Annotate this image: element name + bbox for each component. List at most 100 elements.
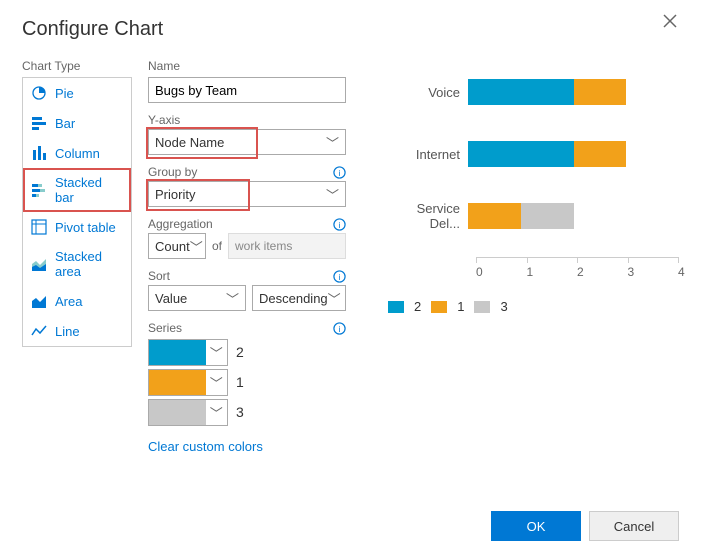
work-items-box: work items	[228, 233, 346, 259]
chevron-down-icon: ﹀	[326, 133, 339, 152]
yaxis-value: Node Name	[155, 135, 224, 150]
legend-label: 3	[500, 299, 507, 314]
color-swatch-blue	[149, 340, 206, 365]
chart-segment	[521, 203, 574, 229]
legend-swatch	[431, 301, 447, 313]
clear-colors-link[interactable]: Clear custom colors	[148, 439, 346, 454]
chart-row-voice: Voice	[388, 71, 679, 113]
chart-type-stacked-area[interactable]: Stacked area	[23, 242, 131, 286]
series-color-select-1[interactable]: ﹀	[148, 369, 228, 396]
stacked-bar-icon	[31, 182, 47, 198]
axis-tick: 1	[527, 257, 528, 287]
name-input[interactable]	[148, 77, 346, 103]
chart-type-stacked-bar[interactable]: Stacked bar	[23, 168, 131, 212]
color-swatch-orange	[149, 370, 206, 395]
axis-tick: 0	[476, 257, 477, 287]
chart-segment	[468, 203, 521, 229]
svg-text:i: i	[338, 271, 340, 281]
chart-type-bar[interactable]: Bar	[23, 108, 131, 138]
sort-field-select[interactable]: Value ﹀	[148, 285, 246, 311]
series-row: ﹀ 3	[148, 397, 346, 427]
close-icon[interactable]	[663, 14, 681, 32]
legend-swatch	[388, 301, 404, 313]
chart-type-pie[interactable]: Pie	[23, 78, 131, 108]
legend-swatch	[474, 301, 490, 313]
chart-type-label-column: Column	[55, 146, 100, 161]
sort-label: Sort	[148, 269, 170, 283]
chart-segment	[574, 79, 627, 105]
cancel-button[interactable]: Cancel	[589, 511, 679, 541]
area-icon	[31, 293, 47, 309]
chart-row-internet: Internet	[388, 133, 679, 175]
pie-icon	[31, 85, 47, 101]
chevron-down-icon: ﹀	[328, 289, 341, 308]
line-icon	[31, 323, 47, 339]
group-value: Priority	[155, 187, 195, 202]
sort-dir-value: Descending	[259, 291, 328, 306]
chart-type-label-stacked-bar: Stacked bar	[55, 175, 123, 205]
pivot-table-icon	[31, 219, 47, 235]
series-name-2: 3	[236, 404, 244, 420]
info-icon[interactable]: i	[332, 165, 346, 179]
series-name-0: 2	[236, 344, 244, 360]
stacked-area-icon	[31, 256, 47, 272]
info-icon[interactable]: i	[332, 321, 346, 335]
chart-type-pivot-table[interactable]: Pivot table	[23, 212, 131, 242]
chart-type-label-line: Line	[55, 324, 80, 339]
svg-text:i: i	[338, 167, 340, 177]
chart-type-list: Pie Bar Column Stacked bar Pivot table	[22, 77, 132, 347]
sort-dir-select[interactable]: Descending ﹀	[252, 285, 346, 311]
axis-tick: 3	[628, 257, 629, 287]
info-icon[interactable]: i	[332, 217, 346, 231]
agg-label: Aggregation	[148, 217, 213, 231]
chart-x-axis: 0 1 2 3 4	[476, 257, 679, 287]
legend-label: 2	[414, 299, 421, 314]
yaxis-select[interactable]: Node Name ﹀	[148, 129, 346, 155]
series-name-1: 1	[236, 374, 244, 390]
chart-type-label: Chart Type	[22, 59, 132, 73]
svg-text:i: i	[338, 323, 340, 333]
chevron-down-icon: ﹀	[226, 289, 239, 308]
column-icon	[31, 145, 47, 161]
chart-type-label-pivot: Pivot table	[55, 220, 116, 235]
chart-row-service: Service Del...	[388, 195, 679, 237]
axis-tick: 4	[678, 257, 679, 287]
series-color-select-0[interactable]: ﹀	[148, 339, 228, 366]
of-text: of	[212, 239, 222, 253]
series-label: Series	[148, 321, 182, 335]
legend-label: 1	[457, 299, 464, 314]
chart-category-label: Service Del...	[388, 201, 468, 231]
series-row: ﹀ 2	[148, 337, 346, 367]
chart-type-label-stacked-area: Stacked area	[55, 249, 123, 279]
dialog-title: Configure Chart	[22, 18, 679, 41]
chart-segment	[468, 141, 574, 167]
group-select[interactable]: Priority ﹀	[148, 181, 346, 207]
chevron-down-icon: ﹀	[206, 403, 227, 422]
info-icon[interactable]: i	[332, 269, 346, 283]
name-label: Name	[148, 59, 346, 73]
series-color-select-2[interactable]: ﹀	[148, 399, 228, 426]
color-swatch-gray	[149, 400, 206, 425]
agg-select[interactable]: Count ﹀	[148, 233, 206, 259]
group-label: Group by	[148, 165, 197, 179]
chevron-down-icon: ﹀	[206, 343, 227, 362]
axis-tick: 2	[577, 257, 578, 287]
chart-category-label: Internet	[388, 147, 468, 162]
series-row: ﹀ 1	[148, 367, 346, 397]
chevron-down-icon: ﹀	[206, 373, 227, 392]
chart-type-label-pie: Pie	[55, 86, 74, 101]
sort-field-value: Value	[155, 291, 187, 306]
chart-segment	[574, 141, 627, 167]
chevron-down-icon: ﹀	[190, 237, 203, 256]
yaxis-label: Y-axis	[148, 113, 180, 127]
ok-button[interactable]: OK	[491, 511, 581, 541]
svg-text:i: i	[338, 219, 340, 229]
chart-type-label-bar: Bar	[55, 116, 75, 131]
chart-category-label: Voice	[388, 85, 468, 100]
chart-type-area[interactable]: Area	[23, 286, 131, 316]
chart-type-line[interactable]: Line	[23, 316, 131, 346]
chart-type-column[interactable]: Column	[23, 138, 131, 168]
bar-icon	[31, 115, 47, 131]
chart-legend: 2 1 3	[388, 299, 679, 314]
agg-value: Count	[155, 239, 190, 254]
